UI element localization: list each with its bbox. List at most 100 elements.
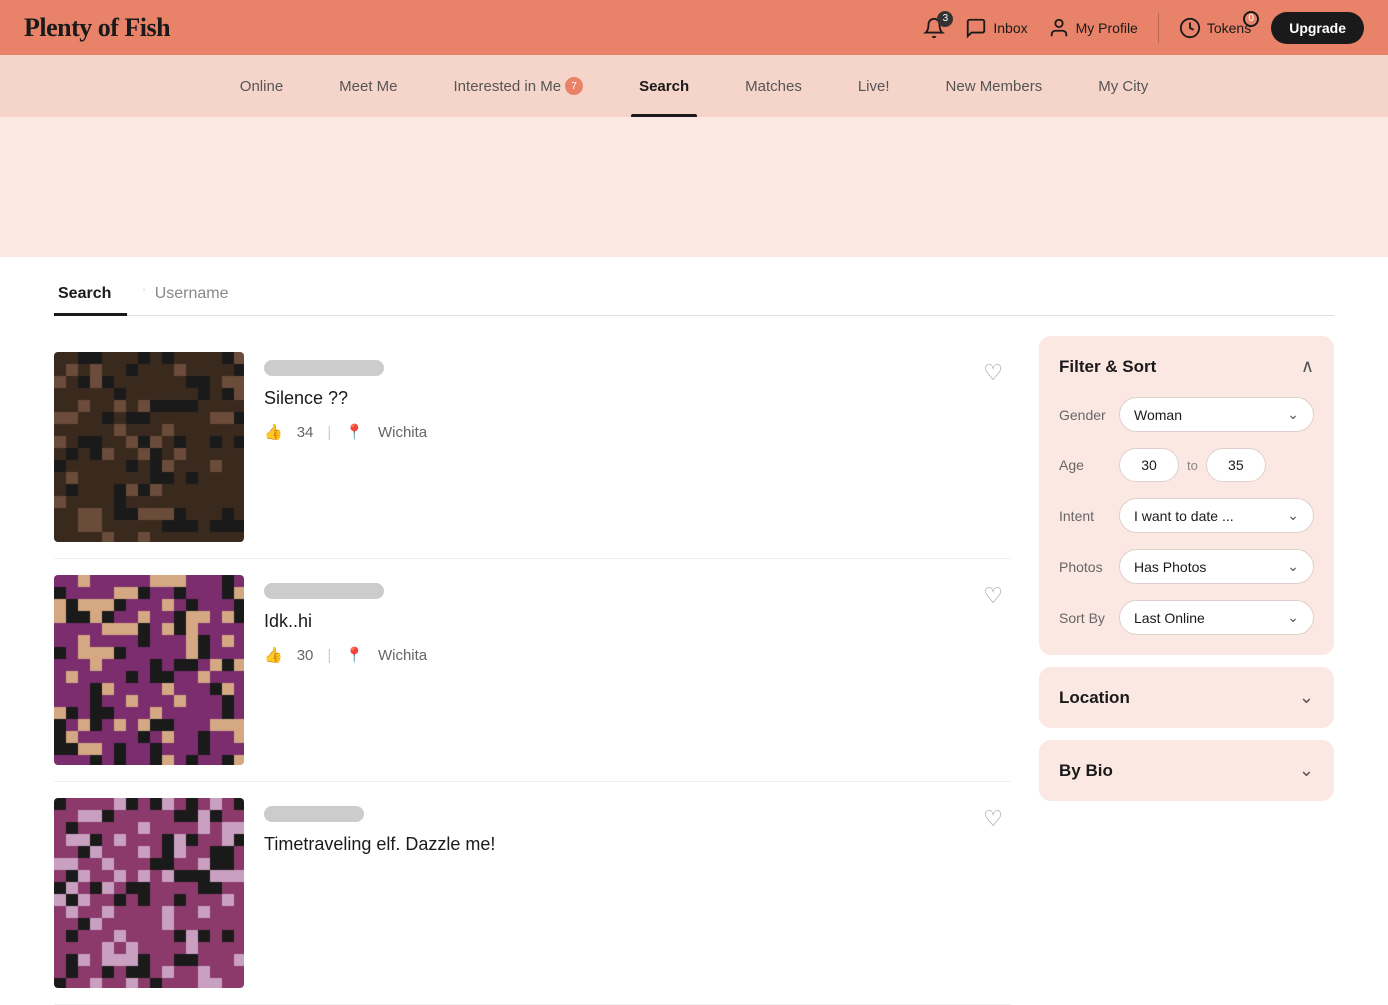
location-1: Wichita <box>378 424 427 441</box>
filter-title: Filter & Sort <box>1059 357 1156 377</box>
photos-value: Has Photos <box>1134 559 1206 575</box>
profile-photo-1 <box>54 352 244 542</box>
intent-label: Intent <box>1059 508 1109 524</box>
age-label: Age <box>1059 457 1109 473</box>
bio-header: By Bio ⌄ <box>1059 760 1314 781</box>
sidebar: Filter & Sort ∧ Gender Woman ⌄ Age <box>1039 336 1334 801</box>
gender-label: Gender <box>1059 407 1109 423</box>
interested-badge: 7 <box>565 77 583 95</box>
age-2: 30 <box>297 647 314 664</box>
intent-chevron-icon: ⌄ <box>1287 507 1299 524</box>
main-nav: Online Meet Me Interested in Me 7 Search… <box>0 55 1388 117</box>
age-1: 34 <box>297 424 314 441</box>
photo-canvas-1 <box>54 352 244 542</box>
like-icon-2: 👍 <box>264 646 283 664</box>
sort-label: Sort By <box>1059 610 1109 626</box>
age-range: to <box>1119 448 1314 482</box>
location-panel: Location ⌄ <box>1039 667 1334 728</box>
nav-item-search[interactable]: Search <box>611 55 717 117</box>
nav-item-meet-me[interactable]: Meet Me <box>311 55 425 117</box>
like-button-2[interactable]: ♡ <box>983 583 1003 609</box>
gender-chevron-icon: ⌄ <box>1287 406 1299 423</box>
location-header: Location ⌄ <box>1059 687 1314 708</box>
site-logo: Plenty of Fish <box>24 13 170 43</box>
like-button-3[interactable]: ♡ <box>983 806 1003 832</box>
tokens-button[interactable]: Tokens 0 <box>1179 17 1251 39</box>
bio-panel: By Bio ⌄ <box>1039 740 1334 801</box>
profile-icon <box>1048 17 1070 39</box>
filter-row-age: Age to <box>1059 448 1314 482</box>
bio-title: By Bio <box>1059 761 1113 781</box>
photos-select[interactable]: Has Photos ⌄ <box>1119 549 1314 584</box>
upgrade-button[interactable]: Upgrade <box>1271 12 1364 44</box>
results-list: Silence ?? 👍 34 | 📍 Wichita ♡ <box>54 336 1011 1005</box>
table-row: Timetraveling elf. Dazzle me! ♡ <box>54 782 1011 1005</box>
profile-photo-2 <box>54 575 244 765</box>
notifications-badge: 3 <box>937 11 953 27</box>
sort-chevron-icon: ⌄ <box>1287 609 1299 626</box>
result-meta-2: 👍 30 | 📍 Wichita <box>264 646 1011 664</box>
banner-area <box>0 117 1388 257</box>
search-tabs: Search · Username <box>54 257 1334 316</box>
location-icon-1: 📍 <box>345 423 364 441</box>
nav-item-interested-in-me[interactable]: Interested in Me 7 <box>426 55 612 117</box>
location-title: Location <box>1059 688 1130 708</box>
sort-select[interactable]: Last Online ⌄ <box>1119 600 1314 635</box>
filter-collapse-button[interactable]: ∧ <box>1301 356 1314 377</box>
main-content: Search · Username Silence ?? 👍 34 <box>14 257 1374 1005</box>
result-info-2: Idk..hi 👍 30 | 📍 Wichita <box>264 575 1011 664</box>
result-name-1[interactable]: Silence ?? <box>264 388 1011 409</box>
like-icon-1: 👍 <box>264 423 283 441</box>
header-right: 3 Inbox My Profile Tokens 0 Upgrade <box>923 12 1364 44</box>
tokens-badge: 0 <box>1243 11 1259 27</box>
inbox-icon <box>965 17 987 39</box>
username-bar-1 <box>264 360 384 376</box>
location-icon-2: 📍 <box>345 646 364 664</box>
gender-select[interactable]: Woman ⌄ <box>1119 397 1314 432</box>
result-name-2[interactable]: Idk..hi <box>264 611 1011 632</box>
location-collapse-button[interactable]: ⌄ <box>1299 687 1314 708</box>
inbox-label: Inbox <box>993 20 1027 36</box>
inbox-button[interactable]: Inbox <box>965 17 1027 39</box>
nav-item-matches[interactable]: Matches <box>717 55 830 117</box>
table-row: Idk..hi 👍 30 | 📍 Wichita ♡ <box>54 559 1011 782</box>
content-layout: Silence ?? 👍 34 | 📍 Wichita ♡ <box>54 336 1334 1005</box>
photo-canvas-3 <box>54 798 244 988</box>
gender-value: Woman <box>1134 407 1182 423</box>
table-row: Silence ?? 👍 34 | 📍 Wichita ♡ <box>54 336 1011 559</box>
filter-row-sort: Sort By Last Online ⌄ <box>1059 600 1314 635</box>
filter-panel: Filter & Sort ∧ Gender Woman ⌄ Age <box>1039 336 1334 655</box>
result-info-3: Timetraveling elf. Dazzle me! <box>264 798 1011 869</box>
username-bar-3 <box>264 806 364 822</box>
bio-collapse-button[interactable]: ⌄ <box>1299 760 1314 781</box>
username-bar-2 <box>264 583 384 599</box>
filter-row-intent: Intent I want to date ... ⌄ <box>1059 498 1314 533</box>
nav-item-new-members[interactable]: New Members <box>918 55 1071 117</box>
filter-header: Filter & Sort ∧ <box>1059 356 1314 377</box>
header-divider <box>1158 13 1159 43</box>
filter-row-photos: Photos Has Photos ⌄ <box>1059 549 1314 584</box>
sort-value: Last Online <box>1134 610 1205 626</box>
result-info-1: Silence ?? 👍 34 | 📍 Wichita <box>264 352 1011 441</box>
nav-item-live[interactable]: Live! <box>830 55 918 117</box>
nav-item-online[interactable]: Online <box>212 55 311 117</box>
intent-select[interactable]: I want to date ... ⌄ <box>1119 498 1314 533</box>
photos-label: Photos <box>1059 559 1109 575</box>
photo-canvas-2 <box>54 575 244 765</box>
photos-chevron-icon: ⌄ <box>1287 558 1299 575</box>
age-from-input[interactable] <box>1119 448 1179 482</box>
profile-photo-3 <box>54 798 244 988</box>
tab-search[interactable]: Search <box>54 277 127 315</box>
notifications-button[interactable]: 3 <box>923 17 945 39</box>
location-2: Wichita <box>378 647 427 664</box>
result-name-3[interactable]: Timetraveling elf. Dazzle me! <box>264 834 1011 855</box>
age-to-input[interactable] <box>1206 448 1266 482</box>
like-button-1[interactable]: ♡ <box>983 360 1003 386</box>
result-meta-1: 👍 34 | 📍 Wichita <box>264 423 1011 441</box>
nav-item-my-city[interactable]: My City <box>1070 55 1176 117</box>
tokens-icon <box>1179 17 1201 39</box>
age-to-label: to <box>1187 458 1198 473</box>
tab-username[interactable]: Username <box>151 277 245 315</box>
profile-button[interactable]: My Profile <box>1048 17 1138 39</box>
filter-row-gender: Gender Woman ⌄ <box>1059 397 1314 432</box>
